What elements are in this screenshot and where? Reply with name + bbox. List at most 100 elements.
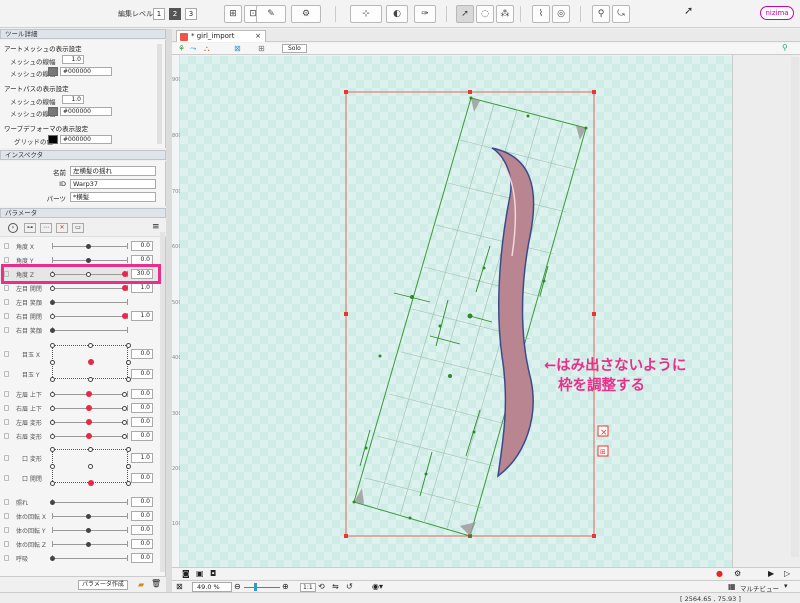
lock-icon[interactable]	[4, 541, 9, 547]
lock-icon[interactable]	[4, 475, 9, 481]
lock-icon[interactable]	[4, 351, 9, 357]
current-value-point[interactable]	[86, 419, 92, 425]
keyform-point[interactable]	[50, 392, 55, 397]
parameter-row[interactable]: 目玉 Y 0.0	[0, 367, 160, 381]
target-icon[interactable]: ◎	[552, 5, 570, 23]
keyform-point[interactable]	[86, 244, 91, 249]
keyform-point[interactable]	[86, 542, 91, 547]
lock-icon[interactable]	[4, 499, 9, 505]
record-icon[interactable]: ●	[716, 569, 723, 578]
current-value-point[interactable]	[86, 433, 92, 439]
lock-icon[interactable]	[4, 527, 9, 533]
lock-icon[interactable]	[4, 455, 9, 461]
canvas-vertical-scrollbar[interactable]	[791, 57, 799, 557]
keyform-point[interactable]	[50, 556, 55, 561]
art-mesh-color-input[interactable]: #000000	[60, 67, 112, 76]
keyform-point[interactable]	[86, 514, 91, 519]
create-parameter-button[interactable]: パラメータ作成	[78, 580, 128, 590]
tool-details-header[interactable]: ツール詳細	[0, 29, 166, 39]
art-mesh-width-input[interactable]: 1.0	[62, 55, 84, 64]
display-toggle-icon[interactable]: ◉▾	[372, 582, 383, 591]
fit-screen-icon[interactable]: ⊠	[176, 582, 183, 591]
parameter-row[interactable]: 左眉 変形 0.0	[0, 415, 160, 429]
parameter-value-input[interactable]: 0.0	[131, 553, 153, 563]
current-value-point[interactable]	[122, 313, 128, 319]
lock-icon[interactable]	[4, 285, 9, 291]
mesh-edit-icon[interactable]: ⊹	[350, 5, 382, 23]
parameter-row[interactable]: 左眉 上下 0.0	[0, 387, 160, 401]
art-path-color-swatch[interactable]	[48, 107, 58, 116]
keyform-point[interactable]	[50, 447, 55, 452]
warp-deformer-svg[interactable]: × ⊞	[180, 56, 732, 567]
parameter-value-input[interactable]: 0.0	[131, 497, 153, 507]
deformer-tree-icon[interactable]: ⚘	[178, 44, 185, 53]
document-tab[interactable]: * girl_import ×	[176, 30, 266, 42]
keyform-point[interactable]	[126, 360, 131, 365]
fit-view-icon[interactable]: ⊠	[234, 44, 241, 53]
keyform-point[interactable]	[50, 300, 55, 305]
link-tool-icon[interactable]: ⤳	[190, 44, 196, 54]
parameter-slider[interactable]	[52, 316, 127, 317]
nizima-logo[interactable]: nizima	[760, 6, 794, 20]
menu-icon[interactable]: ≡	[152, 222, 160, 232]
settings-gear-icon[interactable]: ⚙	[734, 569, 741, 578]
brush-icon[interactable]: ◐	[386, 5, 408, 23]
lock-icon[interactable]	[4, 299, 9, 305]
lock-icon[interactable]	[4, 513, 9, 519]
parameter-slider[interactable]	[52, 302, 127, 303]
arrow-select-icon[interactable]: ➚	[456, 5, 474, 23]
current-value-point[interactable]	[86, 405, 92, 411]
parameter-row[interactable]: 右目 笑顔	[0, 323, 160, 337]
parameter-row[interactable]: 体の回転 Z 0.0	[0, 537, 160, 551]
close-tab-icon[interactable]: ×	[255, 31, 261, 42]
parameters-header[interactable]: パラメータ	[0, 208, 166, 218]
eyedropper-icon[interactable]: ⌇	[532, 5, 550, 23]
auto-mesh-icon[interactable]: ⚙	[291, 5, 321, 23]
capture-icon[interactable]: ▣	[196, 569, 204, 578]
parameter-value-input[interactable]: 0.0	[131, 417, 153, 427]
edit-level-3-button[interactable]: 3	[185, 8, 197, 20]
parameter-value-input[interactable]: 0.0	[131, 389, 153, 399]
pen-icon[interactable]: ✑	[414, 5, 436, 23]
parameter-slider[interactable]	[52, 288, 127, 289]
keyform-point[interactable]	[50, 328, 55, 333]
pin-panel-icon[interactable]: ⚲	[782, 43, 788, 52]
deformer-icon[interactable]: ⊞	[224, 5, 242, 23]
parameter-value-input[interactable]: 0.0	[131, 539, 153, 549]
lock-icon[interactable]	[4, 257, 9, 263]
lock-icon[interactable]	[4, 555, 9, 561]
inspector-name-input[interactable]: 左横髪の揺れ	[70, 166, 156, 176]
parameter-row[interactable]: 照れ 0.0	[0, 495, 160, 509]
zoom-in-icon[interactable]: ⊕	[282, 582, 289, 591]
zoom-slider-thumb[interactable]	[254, 583, 257, 591]
zoom-slider[interactable]	[244, 587, 280, 588]
parameter-row[interactable]: 角度 X 0.0	[0, 239, 160, 253]
parameter-row[interactable]: 右目 開閉 1.0	[0, 309, 160, 323]
parameter-value-input[interactable]: 0.0	[131, 241, 153, 251]
keyform-point[interactable]	[122, 420, 127, 425]
edit-level-2-button[interactable]: 2	[169, 8, 181, 20]
keyform-point[interactable]	[126, 343, 131, 348]
lock-icon[interactable]	[4, 243, 9, 249]
keyform-point[interactable]	[88, 343, 93, 348]
hook-icon[interactable]: ⤿	[612, 5, 630, 23]
lock-icon[interactable]	[4, 327, 9, 333]
parameter-row[interactable]: 目玉 X 0.0	[0, 343, 160, 382]
current-value-point[interactable]	[88, 359, 94, 365]
lasso-icon[interactable]: ◌	[476, 5, 494, 23]
delete-keys-icon[interactable]: ✕	[56, 223, 68, 233]
parameter-row[interactable]: 体の回転 X 0.0	[0, 509, 160, 523]
inspector-parts-select[interactable]: *横髪	[70, 192, 156, 202]
keyform-point[interactable]	[126, 464, 131, 469]
parameter-row[interactable]: 右眉 上下 0.0	[0, 401, 160, 415]
current-value-point[interactable]	[122, 285, 128, 291]
parameter-row[interactable]: 左目 笑顔	[0, 295, 160, 309]
current-value-point[interactable]	[86, 391, 92, 397]
edit-level-1-button[interactable]: 1	[153, 8, 165, 20]
art-mesh-color-swatch[interactable]	[48, 67, 58, 76]
parameter-slider[interactable]	[52, 502, 127, 503]
zoom-input[interactable]: 49.0 %	[192, 582, 232, 592]
multi-view-dropdown-icon[interactable]: ▾	[784, 582, 788, 590]
grid-view-icon[interactable]: ⊞	[258, 44, 265, 53]
keys-icon[interactable]: ⋯	[40, 223, 52, 233]
